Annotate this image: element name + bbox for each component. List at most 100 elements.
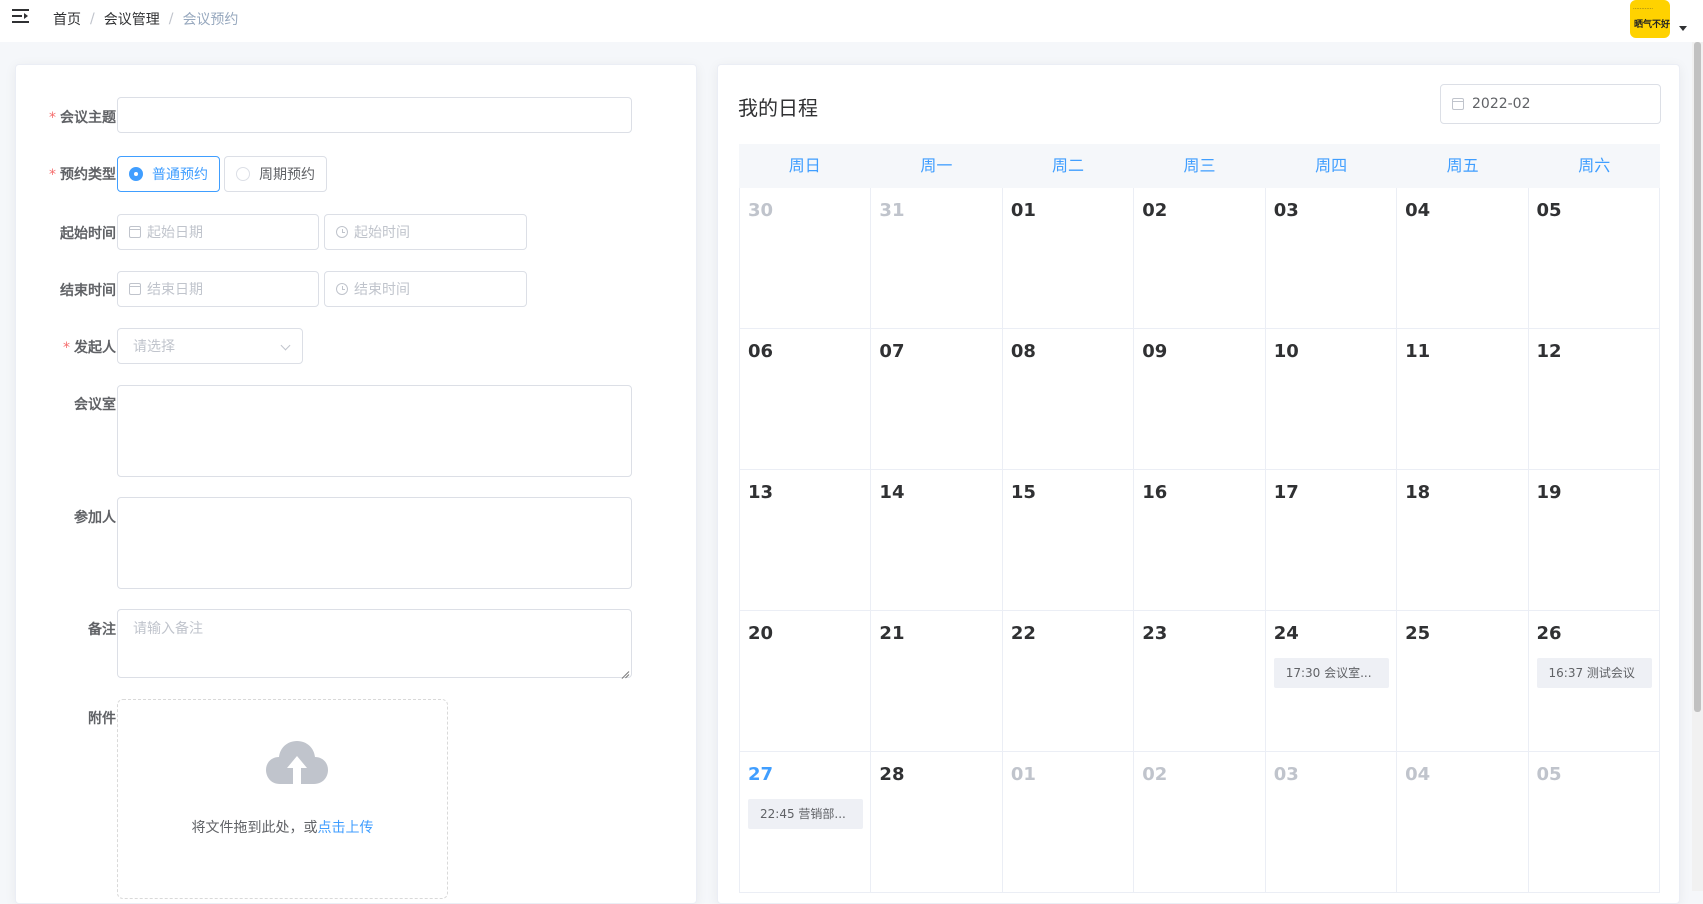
resize-handle-icon[interactable] [621, 667, 629, 675]
calendar-day-cell[interactable]: 04 [1397, 188, 1529, 329]
end-date-placeholder: 结束日期 [147, 282, 203, 298]
start-time-picker[interactable]: 起始时间 [324, 214, 527, 250]
day-number: 30 [748, 200, 774, 221]
calendar-day-cell[interactable]: 15 [1002, 470, 1135, 611]
required-mark: * [63, 340, 70, 356]
calendar-day-cell[interactable]: 30 [739, 188, 872, 329]
upload-text: 将文件拖到此处，或点击上传 [191, 820, 374, 836]
calendar-day-cell[interactable]: 25 [1397, 611, 1529, 752]
calendar-event[interactable]: 22:45 营销部... [748, 799, 863, 829]
calendar-day-cell[interactable]: 13 [739, 470, 872, 611]
day-number: 31 [879, 200, 905, 221]
calendar-day-cell[interactable]: 02 [1134, 752, 1266, 893]
breadcrumb-meeting-booking: 会议预约 [182, 12, 239, 28]
calendar-day-cell[interactable]: 06 [739, 329, 872, 470]
calendar-day-cell[interactable]: 11 [1397, 329, 1529, 470]
calendar-day-cell[interactable]: 17 [1265, 470, 1398, 611]
calendar-day-cell[interactable]: 03 [1265, 188, 1398, 329]
upload-link[interactable]: 点击上传 [318, 820, 374, 836]
calendar-day-cell[interactable]: 20 [739, 611, 872, 752]
calendar-icon [1452, 98, 1464, 110]
weekday-label: 周三 [1183, 156, 1216, 175]
calendar-day-cell[interactable]: 31 [871, 188, 1003, 329]
weekday-label: 周六 [1578, 156, 1611, 175]
calendar-grid: 30 31 01 02 03 04 05 06 07 08 09 10 11 12 13 14 15 16 17 18… [739, 188, 1660, 893]
end-date-picker[interactable]: 结束日期 [117, 271, 319, 307]
calendar-day-cell[interactable]: 10 [1265, 329, 1398, 470]
scrollbar-thumb[interactable] [1694, 42, 1701, 712]
remark-placeholder: 请输入备注 [133, 621, 203, 637]
calendar-event[interactable]: 17:30 会议室... [1273, 658, 1389, 688]
calendar-day-cell[interactable]: 04 [1397, 752, 1529, 893]
calendar-day-cell[interactable]: 07 [871, 329, 1003, 470]
caret-down-icon[interactable] [1679, 26, 1687, 31]
calendar-day-cell[interactable]: 28 [871, 752, 1003, 893]
day-number: 14 [879, 482, 905, 503]
start-time-placeholder: 起始时间 [354, 225, 410, 241]
remark-textarea[interactable]: 请输入备注 [117, 609, 632, 678]
clock-icon [336, 226, 348, 238]
radio-checked-icon [129, 167, 143, 181]
remark-label: 备注 [88, 622, 116, 638]
month-picker[interactable]: 2022-02 [1440, 84, 1661, 124]
calendar-day-cell[interactable]: 01 [1002, 188, 1135, 329]
calendar-title: 我的日程 [738, 96, 818, 120]
room-label: 会议室 [74, 397, 116, 413]
room-textarea[interactable] [117, 385, 632, 477]
day-number: 05 [1536, 200, 1562, 221]
day-number: 11 [1405, 341, 1431, 362]
required-mark: * [49, 110, 56, 126]
calendar-day-cell[interactable]: 22 [1002, 611, 1135, 752]
day-number: 04 [1405, 200, 1431, 221]
weekday-label: 周一 [920, 156, 953, 175]
weekday-label: 周四 [1315, 156, 1348, 175]
calendar-day-cell[interactable]: 26 16:37 测试会议 [1528, 611, 1660, 752]
radio-normal-booking[interactable]: 普通预约 [117, 156, 220, 192]
breadcrumb: 首页 / 会议管理 / 会议预约 [53, 9, 238, 29]
calendar-day-cell[interactable]: 24 17:30 会议室... [1265, 611, 1398, 752]
breadcrumb-home[interactable]: 首页 [53, 9, 81, 29]
calendar-day-cell[interactable]: 01 [1002, 752, 1135, 893]
radio-label: 普通预约 [152, 167, 208, 183]
radio-unchecked-icon [236, 167, 250, 181]
breadcrumb-meeting-management[interactable]: 会议管理 [104, 9, 160, 29]
end-time-picker[interactable]: 结束时间 [324, 271, 527, 307]
breadcrumb-separator: / [168, 11, 174, 27]
upload-dropzone[interactable]: 将文件拖到此处，或点击上传 [117, 699, 448, 899]
calendar-day-cell[interactable]: 18 [1397, 470, 1529, 611]
calendar-day-cell[interactable]: 02 [1134, 188, 1266, 329]
calendar-event[interactable]: 16:37 测试会议 [1536, 658, 1652, 688]
calendar-day-cell[interactable]: 03 [1265, 752, 1398, 893]
calendar-day-cell[interactable]: 27 22:45 营销部... [739, 752, 872, 893]
calendar-day-cell[interactable]: 23 [1134, 611, 1266, 752]
calendar-day-cell[interactable]: 16 [1134, 470, 1266, 611]
page-scrollbar[interactable] [1692, 42, 1703, 891]
day-number: 18 [1405, 482, 1431, 503]
avatar[interactable]: ………… 晒气不好 [1630, 0, 1670, 38]
clock-icon [336, 283, 348, 295]
calendar-day-cell[interactable]: 08 [1002, 329, 1135, 470]
calendar-day-cell[interactable]: 19 [1528, 470, 1660, 611]
topic-input[interactable] [117, 97, 632, 133]
radio-periodic-booking[interactable]: 周期预约 [224, 156, 327, 192]
calendar-icon [129, 226, 141, 238]
participants-textarea[interactable] [117, 497, 632, 589]
required-mark: * [49, 167, 56, 183]
calendar-day-cell[interactable]: 09 [1134, 329, 1266, 470]
calendar-day-cell[interactable]: 12 [1528, 329, 1660, 470]
calendar-day-cell[interactable]: 05 [1528, 752, 1660, 893]
calendar-week-row: 20 21 22 23 24 17:30 会议室... 25 26 16:37 测试会议 [739, 611, 1660, 752]
calendar-day-cell[interactable]: 21 [871, 611, 1003, 752]
day-number: 28 [879, 764, 905, 785]
menu-toggle-icon[interactable] [12, 9, 29, 23]
calendar-day-cell[interactable]: 14 [871, 470, 1003, 611]
start-date-picker[interactable]: 起始日期 [117, 214, 319, 250]
calendar-icon [129, 283, 141, 295]
initiator-select[interactable]: 请选择 [117, 328, 303, 364]
day-number: 04 [1405, 764, 1431, 785]
day-number: 03 [1273, 764, 1299, 785]
start-time-label: 起始时间 [60, 226, 116, 242]
attachment-label: 附件 [88, 711, 116, 727]
day-number: 08 [1010, 341, 1036, 362]
calendar-day-cell[interactable]: 05 [1528, 188, 1660, 329]
